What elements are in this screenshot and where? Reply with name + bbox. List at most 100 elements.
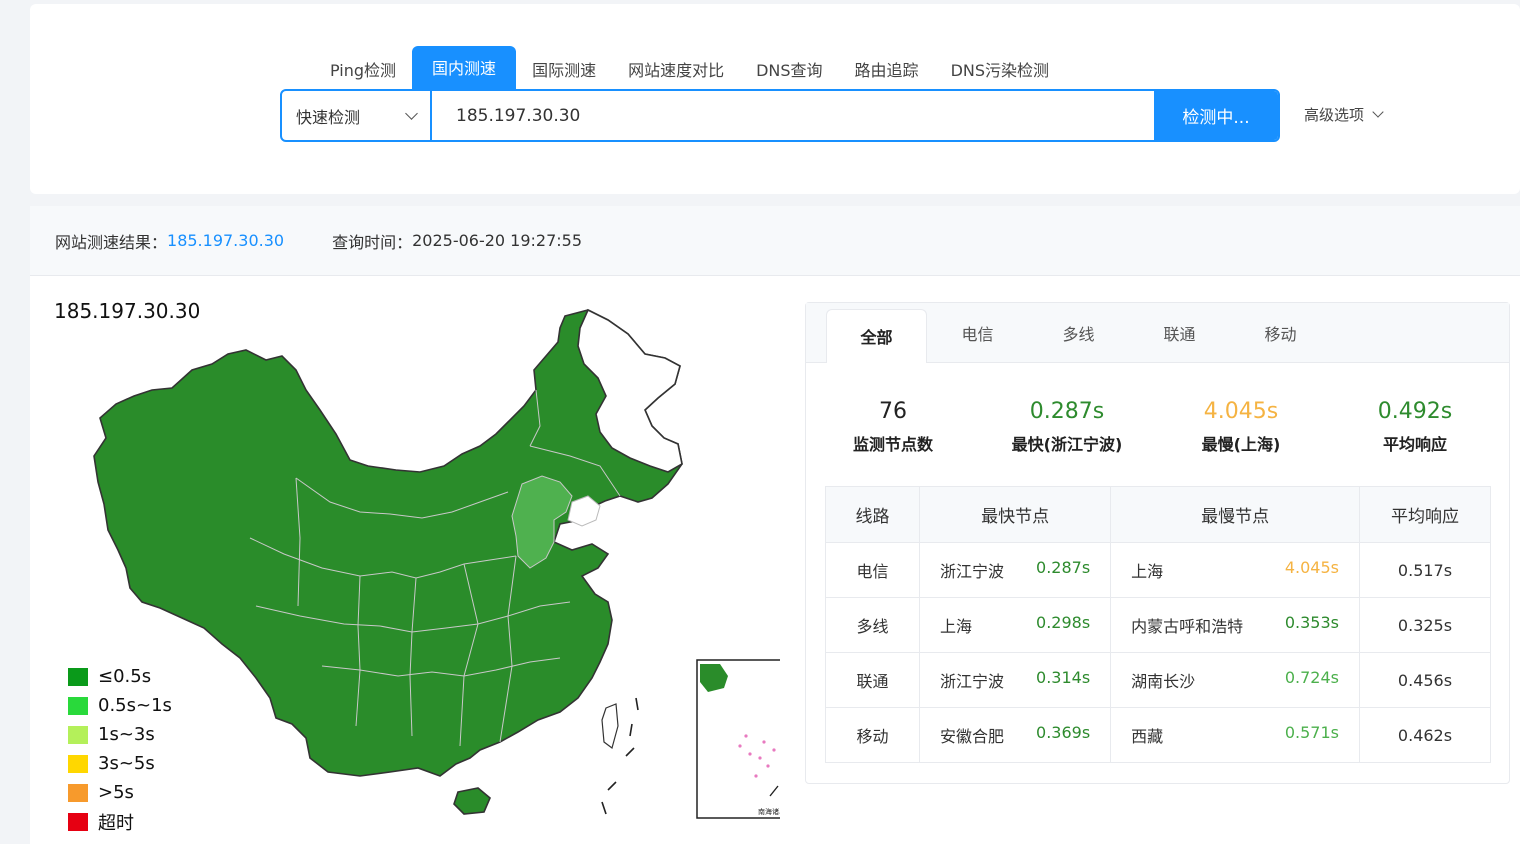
legend-label: 0.5s~1s <box>98 695 172 716</box>
average-time: 0.462s <box>1359 707 1491 763</box>
fastest-time: 0.287s <box>1036 558 1091 577</box>
legend-label: >5s <box>98 782 134 803</box>
legend-item: 0.5s~1s <box>68 691 172 720</box>
advanced-options-toggle[interactable]: 高级选项 <box>1304 104 1384 125</box>
tab-international-speed[interactable]: 国际测速 <box>516 48 612 92</box>
slowest-cell: 内蒙古呼和浩特 0.353s <box>1110 597 1360 653</box>
chevron-down-icon <box>405 106 418 120</box>
mode-select-value: 快速检测 <box>296 107 361 127</box>
legend-swatch <box>68 667 88 686</box>
tab-dns-pollution[interactable]: DNS污染检测 <box>935 48 1065 92</box>
tool-tabs: Ping检测 国内测速 国际测速 网站速度对比 DNS查询 路由追踪 DNS污染… <box>314 44 1065 92</box>
isp-tab-unicom[interactable]: 联通 <box>1129 302 1230 362</box>
slowest-cell: 西藏 0.571s <box>1110 707 1360 763</box>
isp-tab-multiline[interactable]: 多线 <box>1028 302 1129 362</box>
summary-row: 76 监测节点数 0.287s 最快(浙江宁波) 4.045s 最慢(上海) 0… <box>806 397 1511 455</box>
chevron-down-icon <box>1372 106 1384 118</box>
average-time: 0.517s <box>1359 542 1491 598</box>
isp-tab-telecom[interactable]: 电信 <box>927 302 1028 362</box>
fastest-time: 0.314s <box>1036 668 1091 687</box>
fastest-node: 上海 <box>940 617 973 636</box>
summary-label: 平均响应 <box>1382 435 1447 454</box>
summary-value: 0.492s <box>1377 399 1453 424</box>
stats-panel: 全部 电信 多线 联通 移动 76 监测节点数 0.287s 最快(浙江宁波) … <box>805 302 1510 784</box>
legend-item: 超时 <box>68 807 172 836</box>
check-button[interactable]: 检测中... <box>1154 91 1278 140</box>
summary-slowest: 4.045s 最慢(上海) <box>1154 397 1328 455</box>
legend-swatch <box>68 696 88 715</box>
host-input[interactable] <box>432 91 1154 140</box>
tab-domestic-speed[interactable]: 国内测速 <box>412 46 517 92</box>
isp-tab-all[interactable]: 全部 <box>826 309 927 363</box>
slowest-time: 0.724s <box>1284 668 1339 687</box>
tab-traceroute[interactable]: 路由追踪 <box>839 48 935 92</box>
fastest-cell: 上海 0.298s <box>918 597 1112 653</box>
fastest-cell: 浙江宁波 0.287s <box>918 542 1112 598</box>
line-name: 联通 <box>825 652 920 708</box>
summary-average: 0.492s 平均响应 <box>1328 397 1502 455</box>
slowest-time: 0.353s <box>1284 613 1339 632</box>
query-time-label: 查询时间： <box>332 232 413 252</box>
col-header-line: 线路 <box>825 486 920 543</box>
slowest-time: 4.045s <box>1284 558 1339 577</box>
fastest-cell: 浙江宁波 0.314s <box>918 652 1112 708</box>
line-name: 多线 <box>825 597 920 653</box>
summary-value: 0.287s <box>1029 399 1105 424</box>
col-header-slowest: 最慢节点 <box>1110 486 1360 543</box>
fastest-node: 浙江宁波 <box>940 672 1005 691</box>
tab-dns-query[interactable]: DNS查询 <box>740 48 838 92</box>
slowest-node: 内蒙古呼和浩特 <box>1131 617 1244 636</box>
result-label: 网站测速结果： <box>55 232 168 252</box>
fastest-cell: 安徽合肥 0.369s <box>918 707 1112 763</box>
mode-select[interactable]: 快速检测 <box>282 91 432 140</box>
table-row: 联通 浙江宁波 0.314s 湖南长沙 0.724s 0.456s <box>825 652 1491 708</box>
map-region-main[interactable] <box>93 309 683 777</box>
tab-ping[interactable]: Ping检测 <box>314 48 412 92</box>
summary-value: 4.045s <box>1203 399 1279 424</box>
legend-swatch <box>68 725 88 744</box>
col-header-fastest: 最快节点 <box>918 486 1112 543</box>
legend-label: ≤0.5s <box>98 666 152 687</box>
legend-swatch <box>68 754 88 773</box>
result-host[interactable]: 185.197.30.30 <box>167 231 284 250</box>
summary-fastest: 0.287s 最快(浙江宁波) <box>980 397 1154 455</box>
slowest-node: 西藏 <box>1131 727 1164 746</box>
col-header-average: 平均响应 <box>1359 486 1491 543</box>
fastest-node: 浙江宁波 <box>940 562 1005 581</box>
search-card: Ping检测 国内测速 国际测速 网站速度对比 DNS查询 路由追踪 DNS污染… <box>30 4 1520 194</box>
slowest-node: 湖南长沙 <box>1131 672 1196 691</box>
summary-label: 最快(浙江宁波) <box>1011 435 1123 454</box>
slowest-time: 0.571s <box>1284 723 1339 742</box>
tab-site-compare[interactable]: 网站速度对比 <box>612 48 740 92</box>
average-time: 0.456s <box>1359 652 1491 708</box>
map-legend: ≤0.5s 0.5s~1s 1s~3s 3s~5s >5s 超时 <box>68 662 172 836</box>
table-row: 移动 安徽合肥 0.369s 西藏 0.571s 0.462s <box>825 707 1491 763</box>
result-header: 网站测速结果： 185.197.30.30 查询时间： 2025-06-20 1… <box>30 206 1520 276</box>
summary-node-count: 76 监测节点数 <box>806 397 980 455</box>
summary-label: 监测节点数 <box>852 435 933 454</box>
result-card: 网站测速结果： 185.197.30.30 查询时间： 2025-06-20 1… <box>30 206 1520 844</box>
fastest-node: 安徽合肥 <box>940 727 1005 746</box>
slowest-cell: 湖南长沙 0.724s <box>1110 652 1360 708</box>
table-row: 电信 浙江宁波 0.287s 上海 4.045s 0.517s <box>825 542 1491 598</box>
slowest-node: 上海 <box>1131 562 1164 581</box>
line-name: 电信 <box>825 542 920 598</box>
table-row: 多线 上海 0.298s 内蒙古呼和浩特 0.353s 0.325s <box>825 597 1491 653</box>
isp-tabs: 全部 电信 多线 联通 移动 <box>806 303 1509 363</box>
legend-swatch <box>68 812 88 831</box>
line-name: 移动 <box>825 707 920 763</box>
slowest-cell: 上海 4.045s <box>1110 542 1360 598</box>
query-time: 2025-06-20 19:27:55 <box>412 231 583 250</box>
fastest-time: 0.298s <box>1036 613 1091 632</box>
map-region-taiwan[interactable] <box>601 703 619 750</box>
legend-item: 1s~3s <box>68 720 172 749</box>
advanced-options-label: 高级选项 <box>1304 106 1365 124</box>
average-time: 0.325s <box>1359 597 1491 653</box>
map-region-hainan[interactable] <box>453 787 491 815</box>
legend-swatch <box>68 783 88 802</box>
legend-label: 1s~3s <box>98 724 155 745</box>
search-bar: 快速检测 检测中... <box>280 89 1280 142</box>
isp-tab-mobile[interactable]: 移动 <box>1230 302 1331 362</box>
fastest-time: 0.369s <box>1036 723 1091 742</box>
inset-label: 南海诸岛 <box>758 807 780 816</box>
